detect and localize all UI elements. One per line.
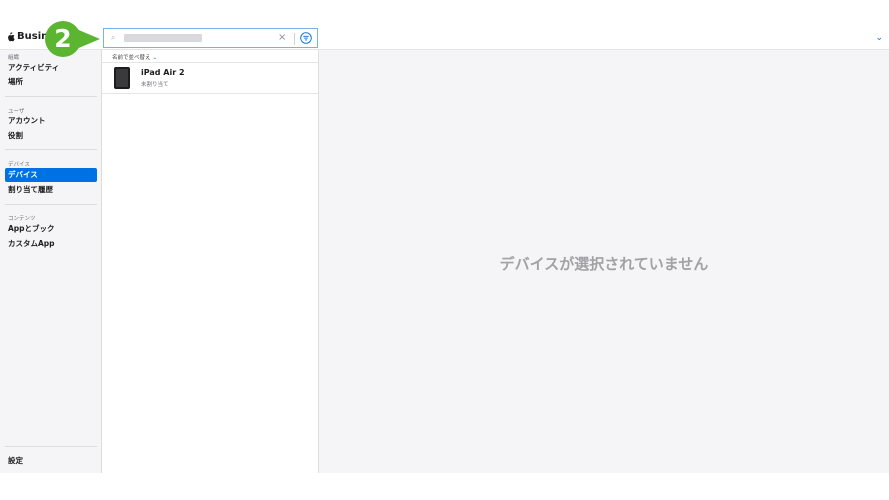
device-status: 未割り当て [141, 82, 169, 88]
sidebar-divider [5, 446, 97, 447]
apple-icon [8, 31, 15, 41]
sidebar-item-devices[interactable]: デバイス [5, 168, 97, 182]
search-icon: ⌕ [111, 33, 116, 42]
sidebar-divider [5, 204, 97, 205]
sidebar-item-apps-and-books[interactable]: Appとブック [5, 222, 97, 236]
sidebar-section-label: コンテンツ [8, 216, 36, 222]
sort-label: 名前で並べ替え [112, 55, 151, 61]
sidebar-item-accounts[interactable]: アカウント [5, 114, 97, 128]
sidebar-item-roles[interactable]: 役割 [5, 129, 97, 143]
sidebar-section-label: デバイス [8, 162, 30, 168]
account-menu-chevron-icon[interactable]: ⌄ [875, 33, 883, 43]
sidebar-item-activity[interactable]: アクティビティ [5, 61, 97, 75]
sidebar-item-locations[interactable]: 場所 [5, 75, 97, 89]
sidebar-section-label: 組織 [8, 55, 20, 61]
search-input[interactable]: xxxxxxxxxxxx [124, 34, 202, 42]
chevron-down-icon: ⌄ [152, 55, 158, 61]
search-separator [294, 33, 295, 45]
device-list-pane: 名前で並べ替え ⌄ iPad Air 2 未割り当て [102, 50, 319, 473]
sidebar: 組織 アクティビティ 場所 ユーザ アカウント 役割 デバイス デバイス 割り当… [0, 50, 102, 473]
search-field[interactable]: ⌕ xxxxxxxxxxxx × [103, 28, 318, 48]
empty-state-message: デバイスが選択されていません [499, 255, 709, 273]
clear-search-icon[interactable]: × [278, 32, 286, 44]
sidebar-item-assignment-history[interactable]: 割り当て履歴 [5, 183, 97, 197]
step-marker-number: 2 [54, 24, 72, 53]
sidebar-item-custom-apps[interactable]: カスタムApp [5, 237, 97, 251]
sort-menu[interactable]: 名前で並べ替え ⌄ [112, 53, 157, 61]
device-list-item[interactable]: iPad Air 2 未割り当て [102, 63, 318, 94]
sidebar-divider [5, 96, 97, 97]
device-name: iPad Air 2 [141, 68, 185, 77]
sidebar-item-settings[interactable]: 設定 [5, 454, 97, 468]
device-detail-pane: デバイスが選択されていません [319, 50, 889, 473]
filter-icon[interactable] [300, 32, 312, 44]
sidebar-divider [5, 149, 97, 150]
ipad-icon [114, 67, 130, 89]
